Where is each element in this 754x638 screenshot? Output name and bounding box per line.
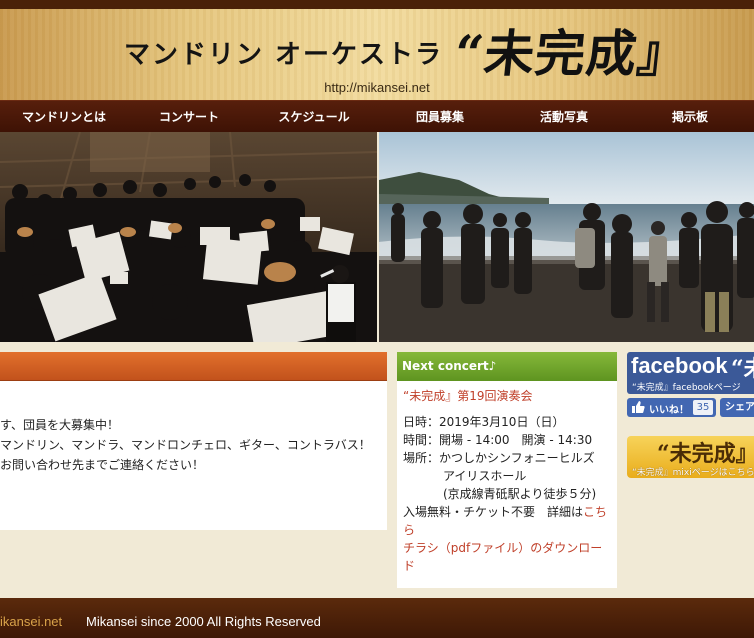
next-concert-heading: Next concert♪ xyxy=(397,352,617,381)
news-panel-body: す、団員を大募集中！ マンドリン、マンドラ、マンドロンチェロ、ギター、コントラバ… xyxy=(0,381,387,475)
main-nav: マンドリンとは コンサート スケジュール 団員募集 活動写真 掲示板 xyxy=(0,100,754,132)
mixi-banner-caption: “未完成』mixiページはこちら xyxy=(632,468,754,478)
flyer-download-link[interactable]: チラシ（pdfファイル）のダウンロード xyxy=(403,539,611,575)
facebook-banner[interactable]: facebook “未 “未完成』facebookページ xyxy=(627,352,754,394)
facebook-wordmark: facebook xyxy=(631,353,728,378)
facebook-share-button[interactable]: シェア xyxy=(720,398,754,417)
next-concert-body: “未完成』第19回演奏会 日時：2019年3月10日（日） 時間：開場 - 14… xyxy=(397,381,617,575)
nav-item-concert[interactable]: コンサート xyxy=(128,101,250,133)
news-panel: す、団員を大募集中！ マンドリン、マンドラ、マンドロンチェロ、ギター、コントラバ… xyxy=(0,352,387,530)
site-logo[interactable]: “未完成』 xyxy=(451,14,692,86)
header-top-bar xyxy=(0,0,754,9)
concert-time: 時間：開場 - 14:00 開演 - 14:30 xyxy=(403,433,593,447)
like-count: 35 xyxy=(693,400,713,415)
next-concert-panel: Next concert♪ “未完成』第19回演奏会 日時：2019年3月10日… xyxy=(397,352,617,588)
thumbs-up-icon xyxy=(631,400,645,417)
like-label: いいね！ xyxy=(649,405,689,416)
nav-item-about-mandolin[interactable]: マンドリンとは xyxy=(0,101,128,133)
concert-date: 日時：2019年3月10日（日） xyxy=(403,415,565,429)
news-line: マンドリン、マンドラ、マンドロンチェロ、ギター、コントラバス！ xyxy=(0,438,371,452)
footer-domain-link[interactable]: ikansei.net xyxy=(0,614,62,629)
footer-copyright: Mikansei since 2000 All Rights Reserved xyxy=(86,614,321,629)
concert-venue: 場所：かつしかシンフォニーヒルズ xyxy=(403,451,595,465)
site-footer: ikansei.net Mikansei since 2000 All Righ… xyxy=(0,598,754,638)
site-title: マンドリン オーケストラ xyxy=(124,40,444,70)
facebook-banner-caption: “未完成』facebookページ xyxy=(632,383,741,393)
mixi-banner-logo: “未完成』 xyxy=(657,441,754,467)
facebook-banner-logo: “未 xyxy=(731,356,754,382)
nav-item-recruitment[interactable]: 団員募集 xyxy=(378,101,502,133)
news-line: お問い合わせ先までご連絡ください！ xyxy=(0,458,205,472)
concert-venue-hall: アイリスホール xyxy=(443,469,527,483)
news-panel-header xyxy=(0,352,387,381)
mixi-banner[interactable]: “未完成』 “未完成』mixiページはこちら xyxy=(627,436,754,478)
facebook-like-button[interactable]: いいね！ 35 xyxy=(627,398,716,417)
nav-item-board[interactable]: 掲示板 xyxy=(626,101,754,133)
site-header: マンドリン オーケストラ “未完成』 http://mikansei.net xyxy=(0,0,754,100)
concert-admission: 入場無料・チケット不要 詳細は xyxy=(403,505,584,519)
concert-title: “未完成』第19回演奏会 xyxy=(403,389,533,403)
concert-venue-access: (京成線青砥駅より徒歩５分) xyxy=(443,487,597,501)
orchestra-photo xyxy=(0,132,377,342)
site-url[interactable]: http://mikansei.net xyxy=(0,80,754,95)
news-line: す、団員を大募集中！ xyxy=(0,418,120,432)
beach-photo xyxy=(379,132,754,342)
nav-item-photos[interactable]: 活動写真 xyxy=(502,101,626,133)
nav-item-schedule[interactable]: スケジュール xyxy=(250,101,378,133)
concert-admission-line: 入場無料・チケット不要 詳細はこちら xyxy=(403,503,611,539)
